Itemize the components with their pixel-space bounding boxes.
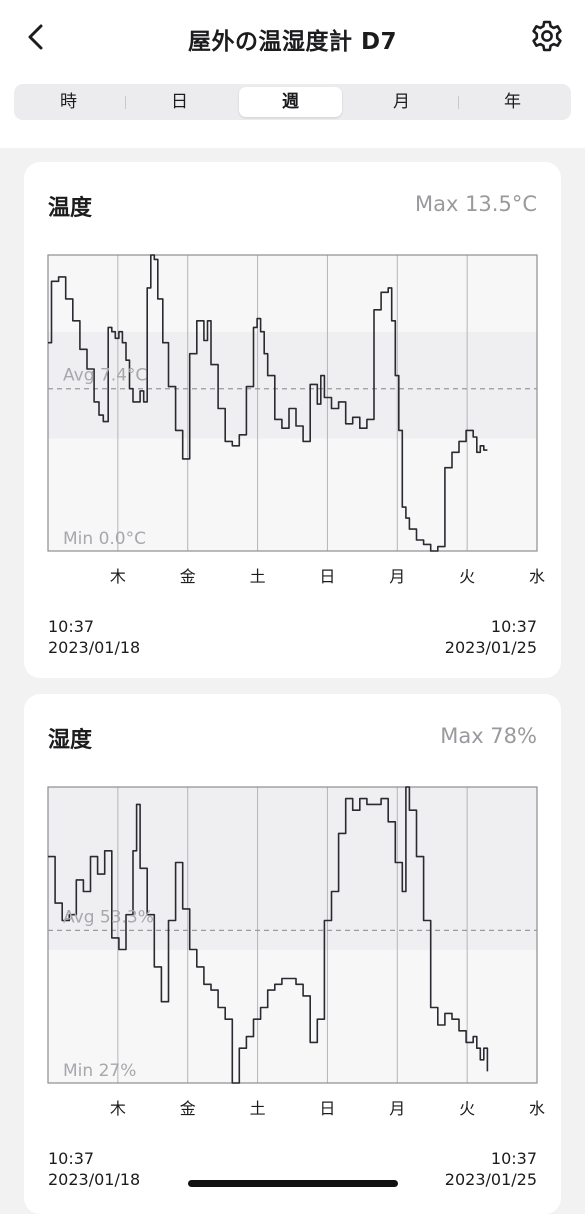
temperature-x-tick-label: 月	[389, 567, 405, 586]
temperature-chart[interactable]: Avg 7.4°C Min 0.0°C 木 金 土 日 月 火 水	[24, 162, 561, 592]
temperature-avg-label: Avg 7.4°C	[63, 366, 147, 386]
temperature-start-time: 10:37	[48, 617, 95, 636]
tab-month[interactable]: 月	[350, 87, 453, 117]
humidity-end-date: 2023/01/25	[444, 1170, 537, 1189]
humidity-start-time: 10:37	[48, 1149, 95, 1168]
segment-divider	[458, 96, 459, 109]
tab-year[interactable]: 年	[461, 87, 564, 117]
temperature-x-tick-label: 金	[180, 567, 196, 586]
humidity-x-tick-label: 木	[110, 1099, 126, 1118]
humidity-chart[interactable]: Avg 53.3% Min 27% 木 金 土 日 月 火 水	[24, 694, 561, 1124]
humidity-x-tick-label: 金	[180, 1099, 196, 1118]
temperature-end-date: 2023/01/25	[444, 638, 537, 657]
humidity-x-tick-label: 水	[529, 1099, 545, 1118]
humidity-min-label: Min 27%	[63, 1061, 136, 1081]
tab-day[interactable]: 日	[128, 87, 231, 117]
temperature-x-tick-label: 水	[529, 567, 545, 586]
temperature-card: 温度 Max 13.5°C Avg 7.4°C Min 0.0°C 木金土日月火水 …	[24, 162, 561, 678]
page-title: 屋外の温湿度計 D7	[187, 29, 398, 55]
humidity-x-tick-label: 土	[250, 1099, 266, 1118]
tab-hour[interactable]: 時	[17, 87, 120, 117]
tab-week[interactable]: 週	[239, 87, 342, 117]
humidity-start-date: 2023/01/18	[48, 1170, 141, 1189]
home-indicator	[188, 1180, 398, 1187]
temperature-x-tick-label: 日	[319, 567, 335, 586]
humidity-x-tick-label: 日	[319, 1099, 335, 1118]
temperature-end-time: 10:37	[490, 617, 537, 636]
humidity-end-time: 10:37	[490, 1149, 537, 1168]
humidity-x-tick-label: 月	[389, 1099, 405, 1118]
humidity-card: 湿度 Max 78% Avg 53.3% Min 27% 木金土日月火水 10:37…	[24, 694, 561, 1214]
temperature-min-label: Min 0.0°C	[63, 529, 146, 549]
settings-button[interactable]	[529, 18, 565, 54]
top-bar: 屋外の温湿度計 D7 時 日 週 月 年	[0, 0, 585, 148]
humidity-avg-label: Avg 53.3%	[63, 907, 154, 927]
period-segmented-control: 時 日 週 月 年	[14, 84, 571, 120]
humidity-x-tick-label: 火	[459, 1099, 475, 1118]
temperature-start-date: 2023/01/18	[48, 638, 141, 657]
temperature-x-tick-label: 木	[110, 567, 126, 586]
gear-icon	[532, 20, 562, 52]
temperature-x-tick-label: 火	[459, 567, 475, 586]
segment-divider	[125, 96, 126, 109]
temperature-x-tick-label: 土	[250, 567, 266, 586]
